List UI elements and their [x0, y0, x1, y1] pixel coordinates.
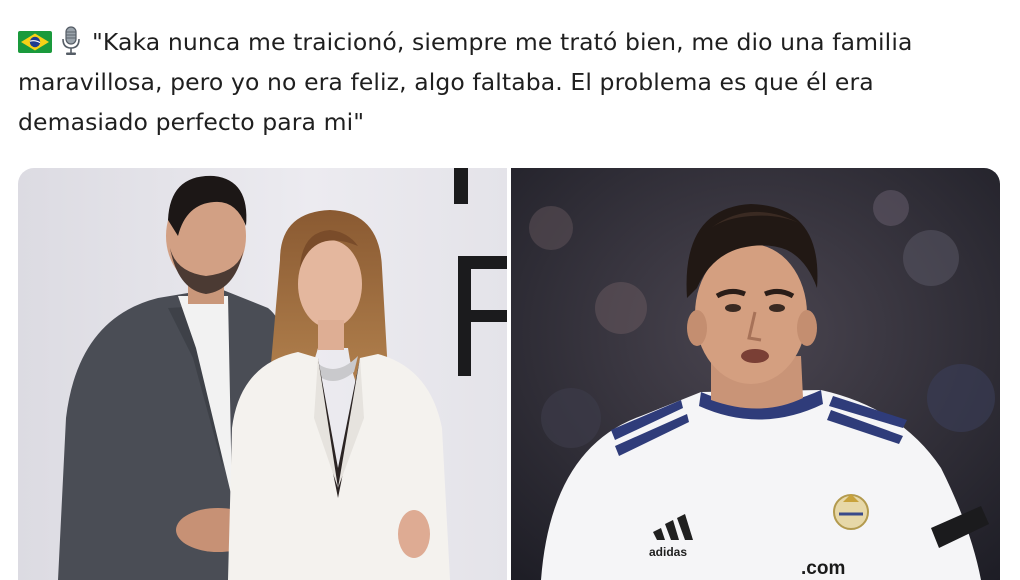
- couple-photo-image: [18, 168, 507, 580]
- post-text: "Kaka nunca me traicionó, siempre me tra…: [18, 22, 1008, 142]
- brazil-flag-icon: [18, 31, 52, 53]
- jersey-brand-text: adidas: [649, 545, 687, 559]
- footballer-photo[interactable]: adidas .com: [511, 168, 1000, 580]
- microphone-icon: [62, 26, 80, 55]
- post-quote: "Kaka nunca me traicionó, siempre me tra…: [18, 28, 913, 136]
- media-grid[interactable]: adidas .com: [18, 168, 1000, 580]
- jersey-sponsor-text: .com: [801, 558, 845, 579]
- footballer-photo-image: adidas .com: [511, 168, 1000, 580]
- couple-photo[interactable]: [18, 168, 507, 580]
